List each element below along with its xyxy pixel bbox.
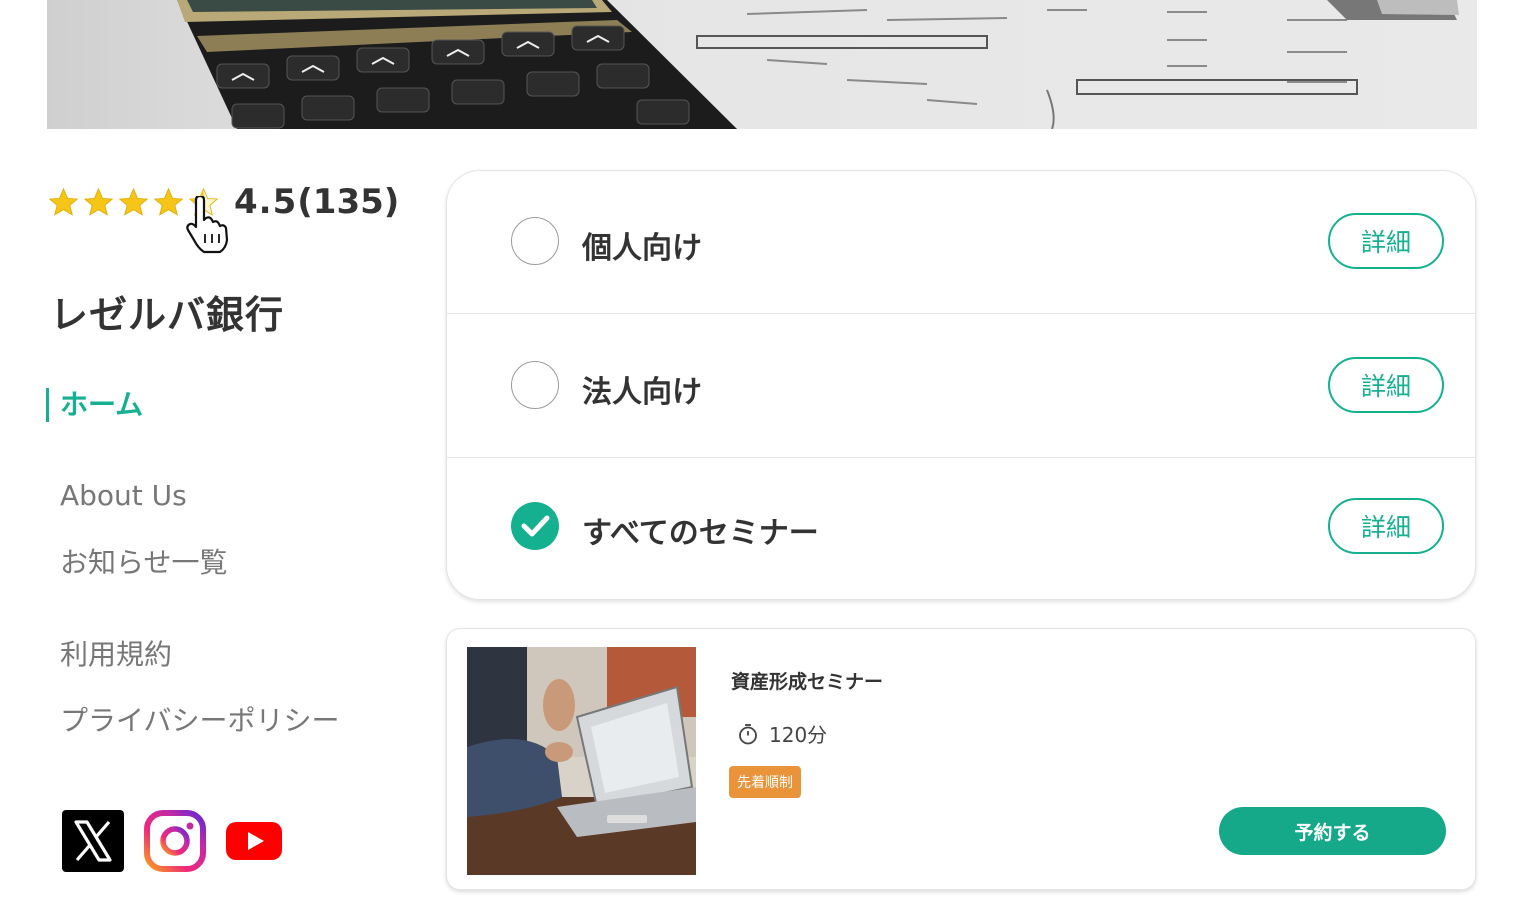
hand-cursor-icon [186, 196, 229, 254]
option-label-individual: 個人向け [582, 231, 702, 266]
social-links [62, 810, 282, 872]
nav-about[interactable]: About Us [60, 479, 187, 513]
star-icon [83, 187, 114, 216]
seminar-title[interactable]: 資産形成セミナー [731, 667, 883, 694]
seminar-duration-text: 120分 [769, 723, 828, 747]
first-come-badge: 先着順制 [729, 766, 801, 798]
seminar-card[interactable]: 資産形成セミナー 120分 先着順制 予約する [446, 628, 1476, 890]
nav-home[interactable]: ホーム [46, 388, 143, 422]
option-row-individual[interactable]: 個人向け 詳細 [447, 171, 1475, 314]
timer-icon [739, 723, 757, 744]
rating-count: 135 [297, 182, 399, 222]
youtube-icon[interactable] [226, 820, 282, 862]
nav-terms[interactable]: 利用規約 [60, 638, 172, 672]
radio-corporate[interactable] [511, 361, 559, 409]
bank-name: レゼルバ銀行 [50, 293, 285, 337]
instagram-icon[interactable] [144, 810, 206, 872]
detail-button-individual[interactable]: 詳細 [1328, 213, 1444, 269]
page: 4.5 135 レゼルバ銀行 ホーム About Us お知らせ一覧 利用規約 … [0, 0, 1536, 901]
seminar-photo [467, 647, 696, 875]
reserve-button[interactable]: 予約する [1219, 807, 1446, 855]
seminar-duration: 120分 [737, 719, 827, 748]
star-icon [153, 187, 184, 216]
seminar-filter-card: 個人向け 詳細 法人向け 詳細 すべてのセミナー 詳細 [446, 170, 1476, 600]
nav-privacy[interactable]: プライバシーポリシー [60, 704, 339, 738]
detail-button-corporate[interactable]: 詳細 [1328, 357, 1444, 413]
hero-banner-image [47, 0, 1477, 129]
rating-value: 4.5 [234, 182, 298, 222]
nav-news[interactable]: お知らせ一覧 [60, 546, 227, 580]
check-icon [521, 515, 550, 537]
option-label-all: すべてのセミナー [582, 516, 819, 551]
detail-button-all[interactable]: 詳細 [1328, 498, 1444, 554]
rating-text: 4.5 135 [234, 182, 399, 222]
option-label-corporate: 法人向け [582, 375, 702, 410]
radio-all-checked[interactable] [511, 502, 559, 550]
radio-individual[interactable] [511, 217, 559, 265]
x-icon[interactable] [62, 810, 124, 872]
star-icon [118, 187, 149, 216]
star-icon [48, 187, 79, 216]
option-row-all[interactable]: すべてのセミナー 詳細 [447, 458, 1475, 601]
option-row-corporate[interactable]: 法人向け 詳細 [447, 314, 1475, 458]
